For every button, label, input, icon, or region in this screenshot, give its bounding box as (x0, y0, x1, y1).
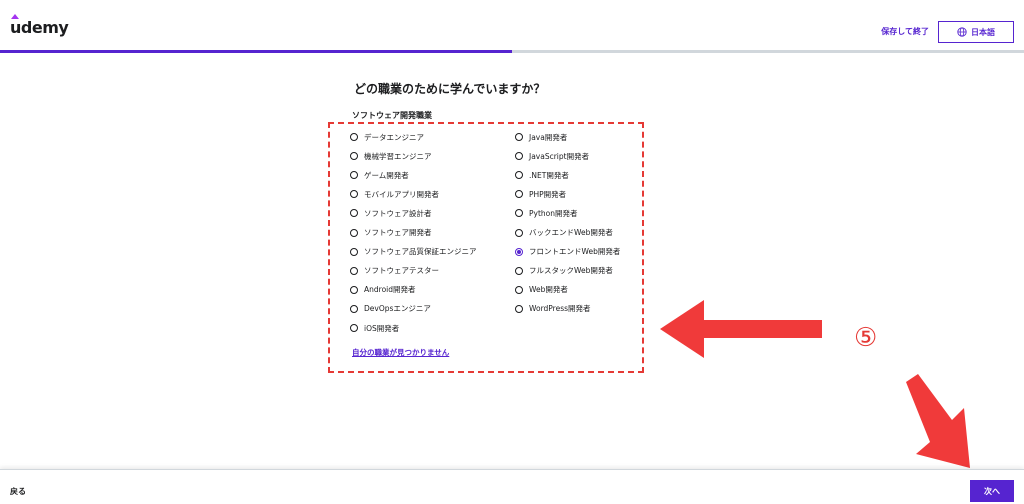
radio-icon[interactable] (515, 209, 523, 218)
occupation-option[interactable]: .NET開発者 (515, 169, 569, 181)
bottom-footer: 戻る 次へ (0, 469, 1024, 504)
next-button[interactable]: 次へ (970, 480, 1014, 502)
not-found-link[interactable]: 自分の職業が見つかりません (352, 347, 449, 358)
occupation-option[interactable]: ゲーム開発者 (350, 169, 409, 181)
radio-icon[interactable] (350, 304, 358, 313)
option-label: JavaScript開発者 (529, 151, 590, 161)
progress-bar (0, 50, 1024, 53)
occupation-option[interactable]: モバイルアプリ開発者 (350, 188, 439, 200)
occupation-option[interactable]: WordPress開発者 (515, 303, 591, 315)
option-label: ソフトウェア設計者 (364, 208, 432, 218)
option-label: データエンジニア (364, 132, 424, 142)
group-title: ソフトウェア開発職業 (352, 111, 432, 120)
logo-hat-icon (11, 14, 19, 19)
option-label: .NET開発者 (529, 170, 569, 180)
option-label: フルスタックWeb開発者 (529, 266, 613, 276)
back-button[interactable]: 戻る (10, 486, 26, 497)
globe-icon (957, 27, 967, 37)
logo-text: udemy (10, 18, 69, 37)
option-label: iOS開発者 (364, 323, 400, 333)
occupation-option[interactable]: フロントエンドWeb開発者 (515, 246, 620, 258)
page-title: どの職業のために学んでいますか？ (354, 82, 546, 96)
radio-icon[interactable] (515, 304, 523, 313)
occupation-option[interactable]: Java開発者 (515, 131, 567, 143)
occupation-option[interactable]: ソフトウェア開発者 (350, 227, 432, 239)
language-label: 日本語 (971, 27, 995, 37)
option-label: Android開発者 (364, 285, 416, 295)
radio-icon[interactable] (350, 247, 358, 256)
radio-icon[interactable] (515, 228, 523, 237)
occupation-option[interactable]: PHP開発者 (515, 188, 566, 200)
occupation-option[interactable]: Web開発者 (515, 284, 568, 296)
option-label: PHP開発者 (529, 189, 567, 199)
option-label: WordPress開発者 (529, 304, 591, 314)
top-header: udemy 保存して終了 日本語 (0, 0, 1024, 54)
option-label: Python開発者 (529, 208, 578, 218)
radio-icon[interactable] (515, 190, 523, 199)
occupation-option[interactable]: ソフトウェア品質保証エンジニア (350, 246, 477, 258)
radio-icon[interactable] (515, 285, 523, 294)
radio-icon[interactable] (515, 171, 523, 180)
radio-icon[interactable] (350, 324, 358, 332)
annotation-down-right-arrow-icon (906, 374, 970, 468)
option-label: ソフトウェア品質保証エンジニア (364, 247, 477, 257)
radio-icon[interactable] (350, 190, 358, 199)
progress-fill (0, 50, 512, 53)
occupation-option[interactable]: JavaScript開発者 (515, 150, 589, 162)
language-button[interactable]: 日本語 (938, 21, 1014, 43)
occupation-option[interactable]: 機械学習エンジニア (350, 150, 432, 162)
option-label: ゲーム開発者 (364, 170, 409, 180)
option-label: バックエンドWeb開発者 (529, 228, 613, 237)
radio-icon[interactable] (515, 266, 523, 275)
radio-icon[interactable] (515, 247, 523, 256)
occupation-option[interactable]: ソフトウェア設計者 (350, 207, 432, 219)
radio-icon[interactable] (350, 285, 358, 294)
radio-icon[interactable] (515, 133, 523, 141)
occupation-option[interactable]: データエンジニア (350, 131, 424, 143)
option-label: DevOpsエンジニア (364, 304, 431, 314)
occupation-option[interactable]: ソフトウェアテスター (350, 265, 439, 277)
occupation-option[interactable]: バックエンドWeb開発者 (515, 227, 613, 239)
occupation-option[interactable]: iOS開発者 (350, 322, 399, 334)
radio-icon[interactable] (350, 209, 358, 218)
step-marker: ⑤ (854, 323, 878, 353)
radio-icon[interactable] (350, 133, 358, 141)
option-label: Java開発者 (529, 132, 568, 142)
udemy-logo[interactable]: udemy (10, 14, 69, 37)
option-label: Web開発者 (529, 285, 568, 295)
annotation-left-arrow-icon (660, 300, 822, 358)
option-label: フロントエンドWeb開発者 (529, 247, 621, 257)
option-label: ソフトウェアテスター (364, 266, 439, 276)
radio-icon[interactable] (515, 152, 523, 161)
save-and-exit-link[interactable]: 保存して終了 (881, 26, 929, 37)
option-label: 機械学習エンジニア (364, 151, 432, 161)
occupation-option[interactable]: フルスタックWeb開発者 (515, 265, 613, 277)
radio-icon[interactable] (350, 266, 358, 275)
radio-icon[interactable] (350, 171, 358, 180)
occupation-option[interactable]: Android開発者 (350, 284, 416, 296)
radio-icon[interactable] (350, 152, 358, 161)
occupation-option[interactable]: DevOpsエンジニア (350, 303, 431, 315)
occupation-option[interactable]: Python開発者 (515, 207, 578, 219)
option-label: モバイルアプリ開発者 (364, 189, 439, 199)
radio-icon[interactable] (350, 228, 358, 237)
option-label: ソフトウェア開発者 (364, 228, 432, 237)
